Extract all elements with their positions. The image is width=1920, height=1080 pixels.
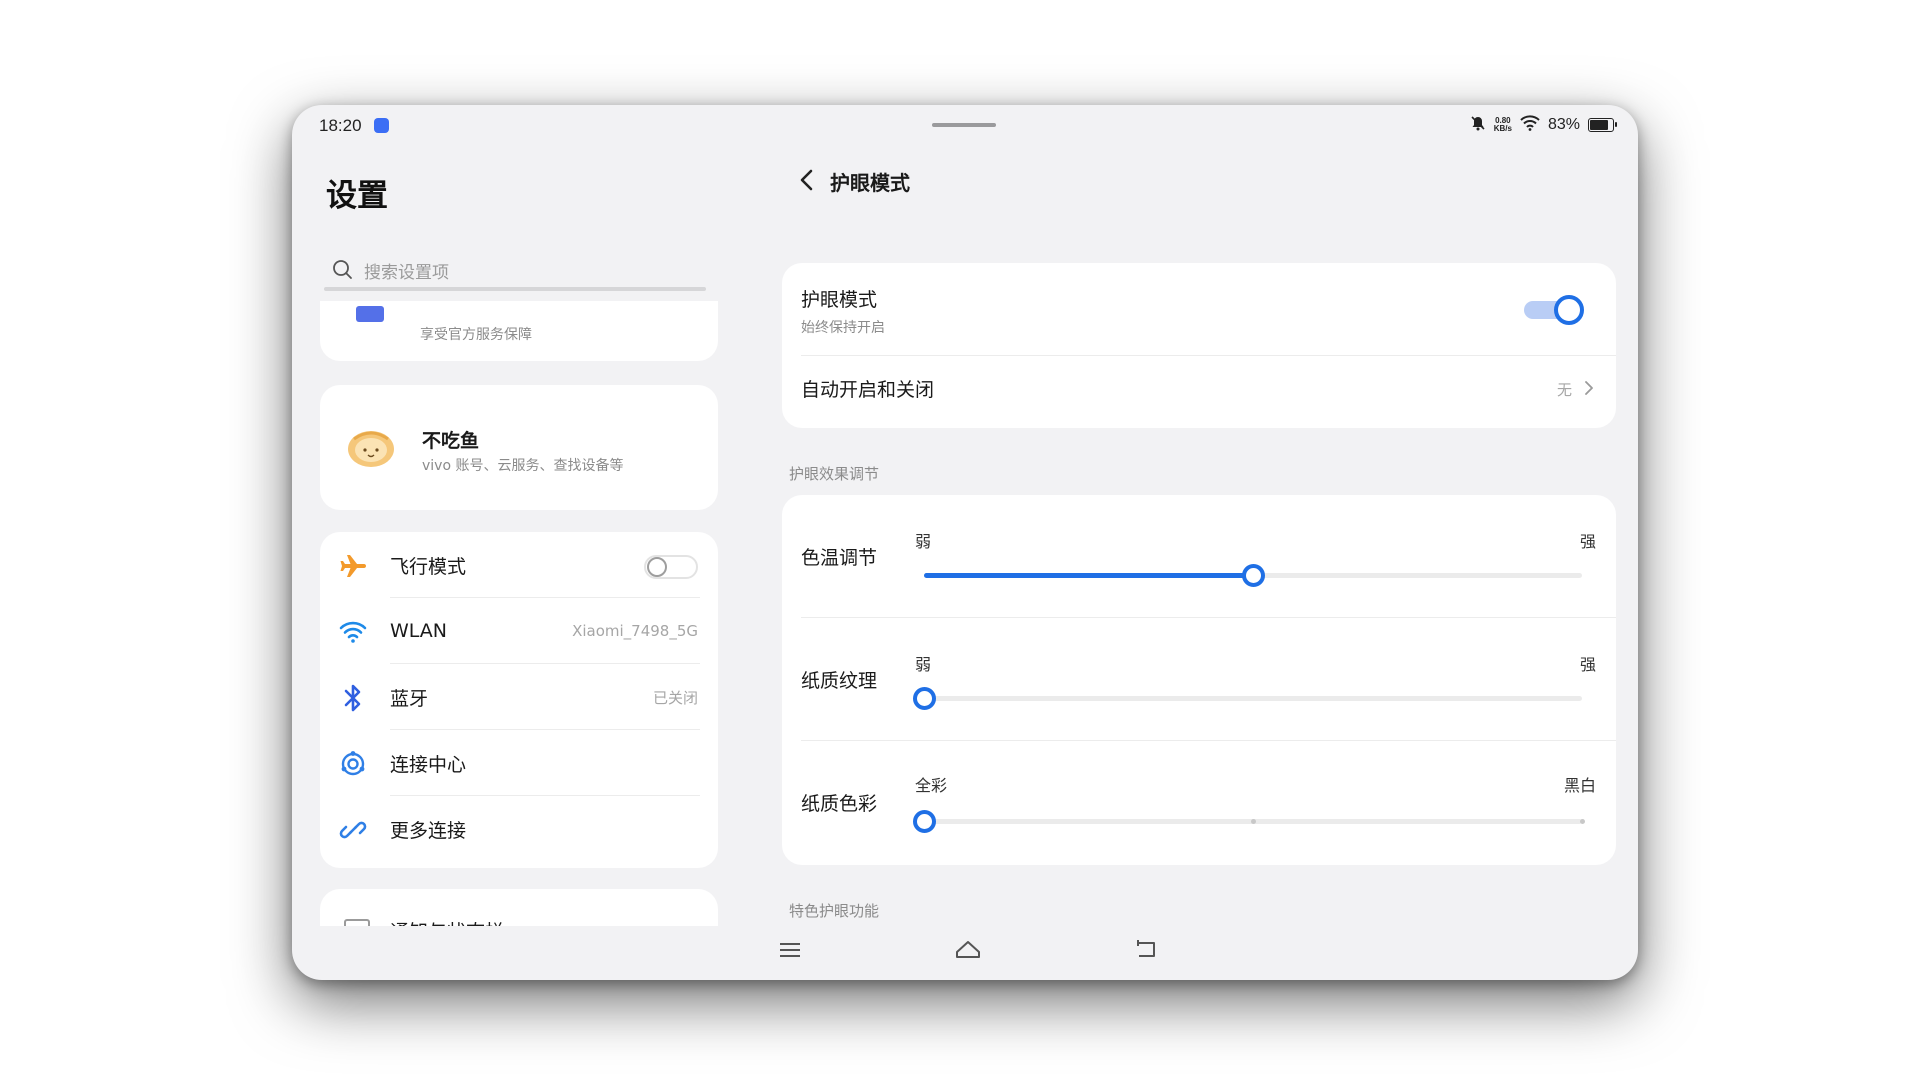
color-temp-slider[interactable] xyxy=(924,564,1582,587)
airplane-mode-toggle[interactable] xyxy=(644,555,698,579)
sidebar-item-wlan[interactable]: WLAN Xiaomi_7498_5G xyxy=(320,598,718,664)
sidebar-item-bluetooth[interactable]: 蓝牙 已关闭 xyxy=(320,664,718,730)
connection-center-label: 连接中心 xyxy=(390,753,467,776)
status-time: 18:20 xyxy=(319,116,362,135)
eye-care-toggle-subtitle: 始终保持开启 xyxy=(801,320,885,336)
wifi-icon xyxy=(338,617,368,647)
service-subtitle: 享受官方服务保障 xyxy=(420,327,532,343)
airplane-icon xyxy=(338,551,368,581)
mute-icon xyxy=(1470,115,1486,136)
section-adjust-label: 护眼效果调节 xyxy=(789,465,880,483)
link-icon xyxy=(338,815,368,845)
account-subtitle: vivo 账号、云服务、查找设备等 xyxy=(422,458,624,474)
bluetooth-value: 已关闭 xyxy=(652,688,698,707)
speed-unit: KB/s xyxy=(1493,124,1512,133)
settings-title: 设置 xyxy=(326,178,388,214)
slider-tick xyxy=(1580,819,1585,824)
notification-icon xyxy=(344,919,370,926)
network-speed: 0.80 KB/s xyxy=(1494,117,1512,133)
bluetooth-label: 蓝牙 xyxy=(390,687,429,710)
battery-icon xyxy=(1588,118,1617,132)
wifi-status-icon xyxy=(1520,114,1540,136)
notification-card[interactable]: 通知与状态栏 xyxy=(320,889,718,926)
color-temp-label: 色温调节 xyxy=(801,547,878,569)
search-input[interactable]: 搜索设置项 xyxy=(364,258,449,283)
back-arrow-icon[interactable] xyxy=(792,165,822,195)
sidebar-item-more-connections[interactable]: 更多连接 xyxy=(320,796,718,862)
eye-care-toggle-title: 护眼模式 xyxy=(801,289,878,311)
sidebar-item-connection-center[interactable]: 连接中心 xyxy=(320,730,718,796)
eye-care-card: 护眼模式 始终保持开启 自动开启和关闭 无 xyxy=(782,263,1616,428)
adjust-card: 色温调节 弱 强 纸质纹理 弱 强 纸质色彩 全彩 黑白 xyxy=(782,495,1616,865)
divider xyxy=(801,617,1616,618)
drag-handle[interactable] xyxy=(932,123,996,127)
service-card[interactable]: 享受官方服务保障 xyxy=(320,301,718,361)
slider-thumb[interactable] xyxy=(1242,564,1265,587)
slider-thumb[interactable] xyxy=(913,687,936,710)
tablet-screen: 18:20 0.80 KB/s 83% 设置 搜索设置项 享受官方服务保障 不吃… xyxy=(292,105,1638,980)
chevron-right-icon xyxy=(1585,381,1593,395)
paper-texture-slider[interactable] xyxy=(913,687,1582,710)
paper-texture-label: 纸质纹理 xyxy=(801,670,878,692)
airplane-mode-label: 飞行模式 xyxy=(390,555,467,578)
auto-schedule-label: 自动开启和关闭 xyxy=(801,379,935,401)
divider xyxy=(801,740,1616,741)
paper-color-slider[interactable] xyxy=(913,810,1585,833)
wlan-value: Xiaomi_7498_5G xyxy=(572,622,698,640)
search-divider xyxy=(324,287,706,291)
connection-center-icon xyxy=(338,749,368,779)
back-nav-icon[interactable] xyxy=(1130,935,1160,965)
paper-color-label: 纸质色彩 xyxy=(801,793,878,815)
battery-percent: 83% xyxy=(1547,116,1580,133)
divider xyxy=(801,355,1616,356)
service-icon xyxy=(356,306,384,322)
slider-thumb[interactable] xyxy=(913,810,936,833)
eye-care-toggle[interactable] xyxy=(1524,295,1584,325)
color-temp-max: 强 xyxy=(1579,532,1596,551)
avatar xyxy=(348,431,394,467)
home-icon[interactable] xyxy=(953,935,983,965)
search-bar[interactable]: 搜索设置项 xyxy=(324,251,704,289)
paper-color-max: 黑白 xyxy=(1563,776,1596,795)
page-title: 护眼模式 xyxy=(830,171,910,195)
paper-texture-min: 弱 xyxy=(915,655,932,674)
sidebar-item-airplane-mode[interactable]: 飞行模式 xyxy=(320,532,718,598)
settings-list[interactable]: 享受官方服务保障 不吃鱼 vivo 账号、云服务、查找设备等 飞行模式 WLAN… xyxy=(292,301,742,926)
toggle-knob xyxy=(647,557,667,577)
toggle-knob xyxy=(1554,295,1584,325)
notification-label: 通知与状态栏 xyxy=(390,917,504,926)
battery-fill xyxy=(1590,120,1609,130)
status-icons: 0.80 KB/s 83% xyxy=(1470,114,1617,136)
paper-color-min: 全彩 xyxy=(915,776,948,795)
connectivity-card: 飞行模式 WLAN Xiaomi_7498_5G 蓝牙 已关闭 连接中心 更多连… xyxy=(320,532,718,868)
slider-fill xyxy=(924,573,1253,578)
slider-tick xyxy=(1251,819,1256,824)
color-temp-min: 弱 xyxy=(915,532,932,551)
bluetooth-icon xyxy=(338,683,368,713)
more-connections-label: 更多连接 xyxy=(390,819,467,842)
paper-texture-max: 强 xyxy=(1579,655,1596,674)
auto-schedule-value: 无 xyxy=(1556,381,1572,399)
app-notification-icon xyxy=(374,118,389,133)
wlan-label: WLAN xyxy=(390,620,448,642)
account-card[interactable]: 不吃鱼 vivo 账号、云服务、查找设备等 xyxy=(320,385,718,510)
search-icon xyxy=(333,260,352,279)
menu-icon[interactable] xyxy=(775,935,805,965)
account-name: 不吃鱼 xyxy=(422,430,480,452)
section-special-label: 特色护眼功能 xyxy=(789,902,880,920)
